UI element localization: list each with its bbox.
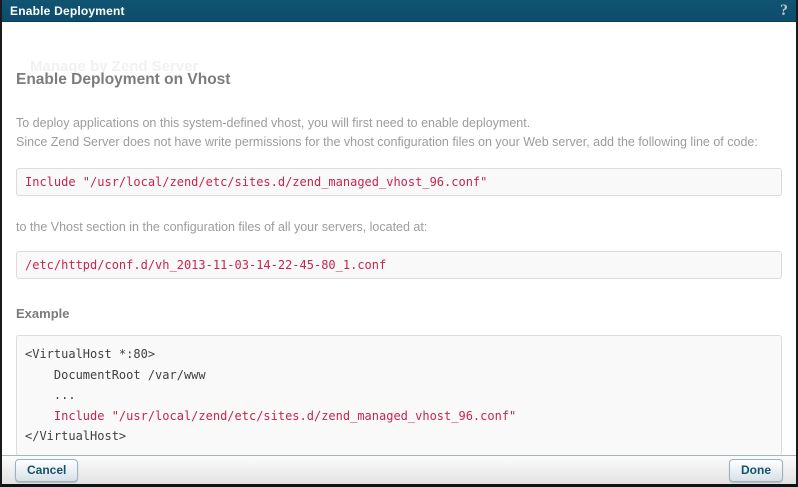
include-code-block: Include "/usr/local/zend/etc/sites.d/zen… (16, 168, 782, 196)
code-line: <VirtualHost *:80> (25, 344, 773, 365)
intro-line-2: Since Zend Server does not have write pe… (16, 133, 782, 152)
help-icon[interactable]: ? (780, 3, 788, 19)
dialog-title: Enable Deployment (10, 4, 125, 18)
vhost-section-text: to the Vhost section in the configuratio… (16, 220, 782, 234)
code-line: </VirtualHost> (25, 426, 773, 447)
code-line: DocumentRoot /var/www (25, 365, 773, 386)
enable-deployment-dialog: Enable Deployment ? Manage by Zend Serve… (0, 0, 798, 487)
done-button[interactable]: Done (729, 459, 783, 482)
dialog-footer: Cancel Done (2, 455, 796, 484)
cancel-button[interactable]: Cancel (15, 459, 78, 482)
page-title: Enable Deployment on Vhost (16, 71, 782, 89)
dialog-titlebar: Enable Deployment ? (2, 0, 796, 22)
code-line: Include "/usr/local/zend/etc/sites.d/zen… (25, 406, 773, 427)
dialog-content: Manage by Zend Server Enable Deployment … (2, 22, 796, 455)
config-path-code-block: /etc/httpd/conf.d/vh_2013-11-03-14-22-45… (16, 251, 782, 279)
example-code-block: <VirtualHost *:80> DocumentRoot /var/www… (16, 335, 782, 456)
intro-paragraph: To deploy applications on this system-de… (16, 114, 782, 151)
intro-line-1: To deploy applications on this system-de… (16, 114, 782, 133)
code-line: ... (25, 385, 773, 406)
example-label: Example (16, 306, 782, 321)
